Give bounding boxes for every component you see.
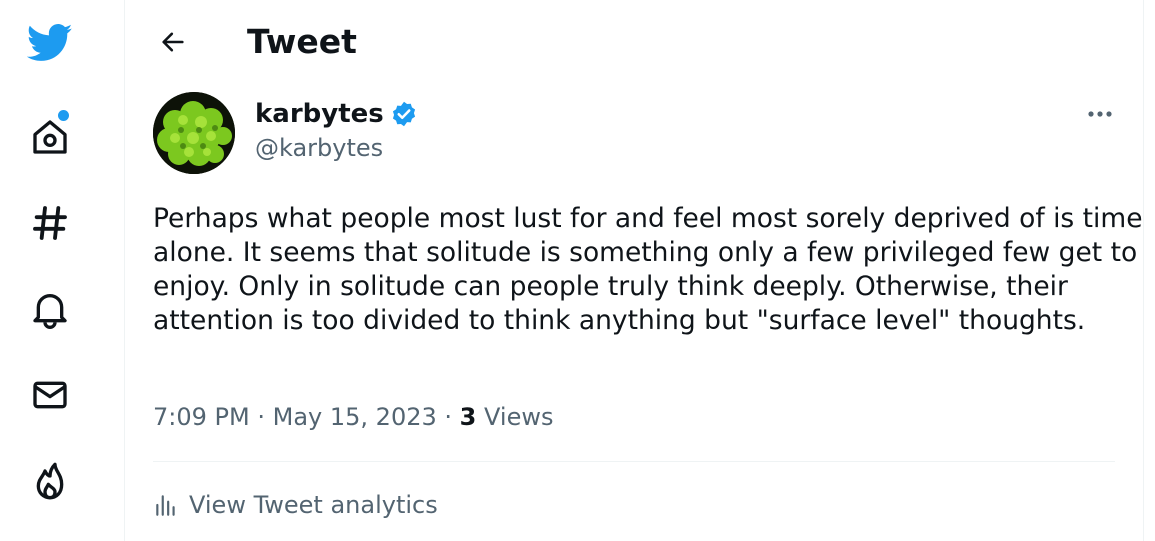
home-icon[interactable] [27, 114, 73, 160]
tweet-time[interactable]: 7:09 PM [153, 403, 250, 431]
verified-badge-icon[interactable] [390, 100, 418, 128]
arrow-left-icon[interactable] [153, 22, 193, 62]
tweet-date[interactable]: May 15, 2023 [273, 403, 437, 431]
meta-separator: · [257, 403, 265, 431]
left-sidebar [0, 0, 125, 541]
author-handle[interactable]: @karbytes [255, 131, 383, 165]
trending-fire-icon[interactable] [27, 458, 73, 504]
author-name[interactable]: karbytes [255, 96, 384, 132]
divider [153, 461, 1115, 462]
views-label: Views [484, 403, 554, 431]
messages-envelope-icon[interactable] [27, 372, 73, 418]
view-analytics-link[interactable]: View Tweet analytics [153, 488, 438, 522]
explore-hashtag-icon[interactable] [27, 200, 73, 246]
twitter-logo-icon[interactable] [27, 20, 73, 66]
notifications-bell-icon[interactable] [27, 286, 73, 332]
views-count: 3 [459, 403, 477, 431]
avatar[interactable] [153, 92, 235, 174]
page-title: Tweet [247, 22, 357, 61]
author-name-row[interactable]: karbytes [255, 96, 418, 132]
home-notification-dot [58, 110, 69, 121]
more-dots-icon[interactable] [1085, 100, 1115, 128]
analytics-bars-icon [153, 492, 179, 518]
tweet-meta: 7:09 PM · May 15, 2023 · 3 Views [153, 400, 553, 434]
view-analytics-label[interactable]: View Tweet analytics [189, 488, 438, 522]
tweet-detail-panel: Tweet karbytes @karbytes Perhaps what pe… [125, 0, 1144, 541]
meta-separator: · [444, 403, 453, 431]
tweet-text: Perhaps what people most lust for and fe… [153, 203, 1143, 336]
